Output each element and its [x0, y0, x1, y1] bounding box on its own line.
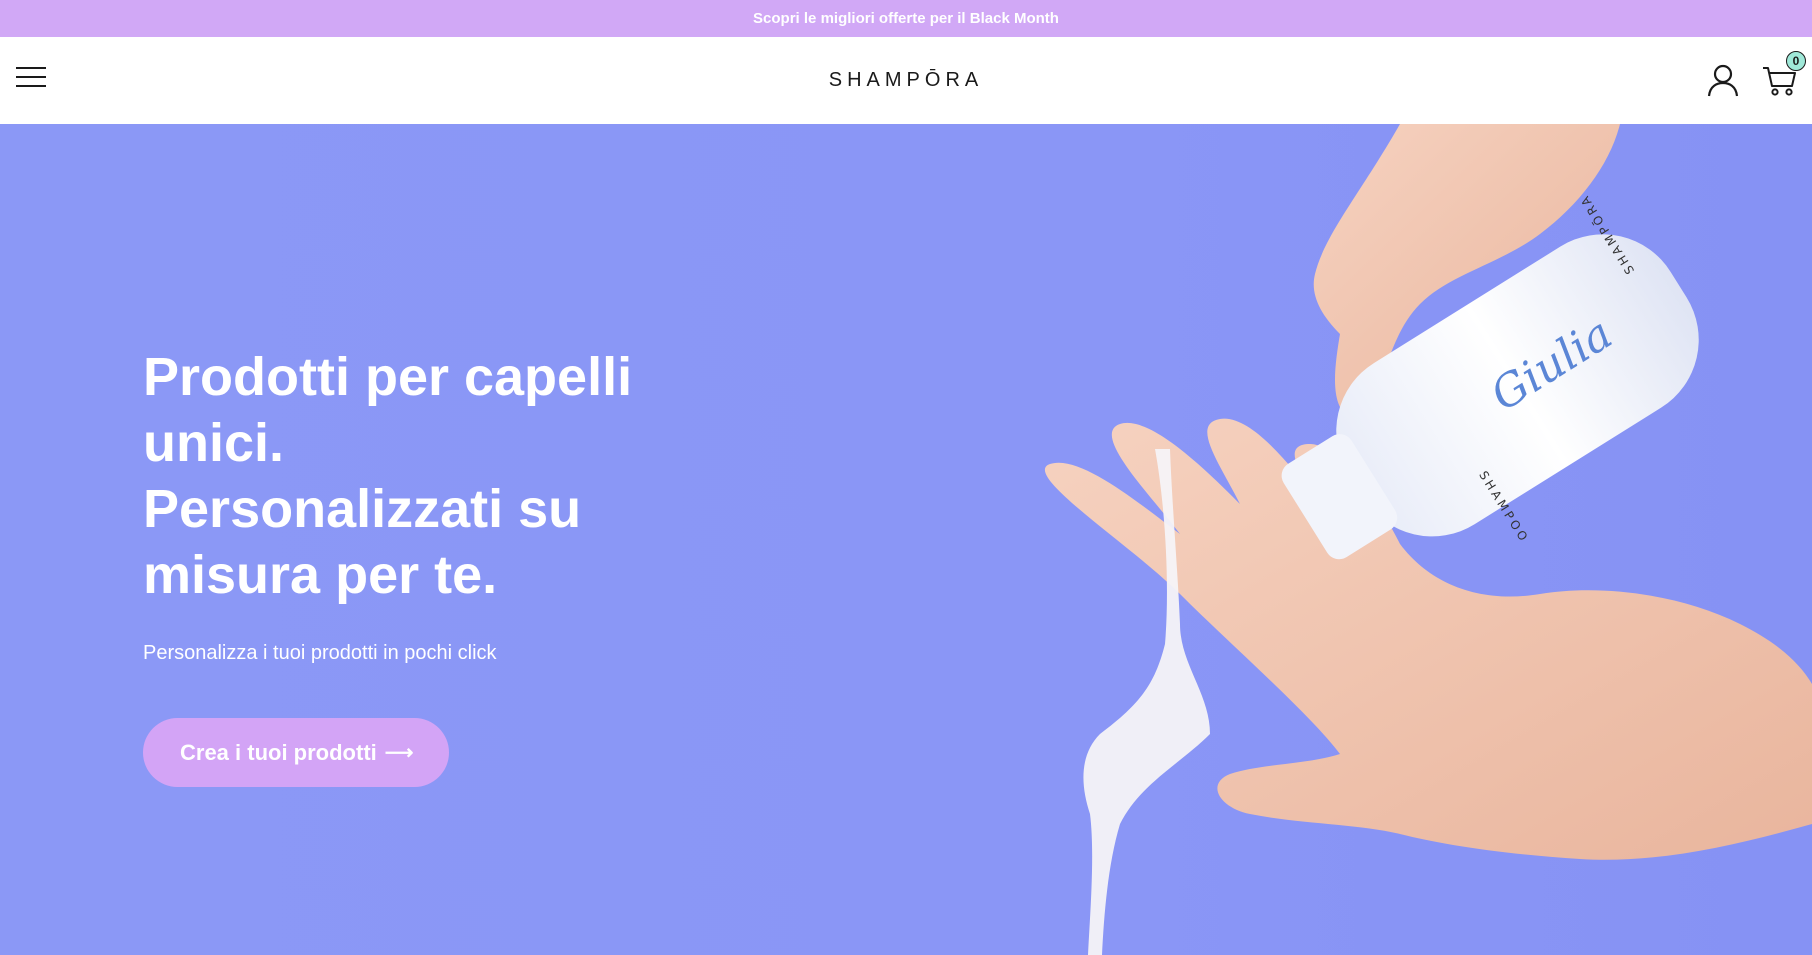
logo-container: SHAMPŌRA [0, 37, 1812, 124]
site-header: SHAMPŌRA 0 [0, 37, 1812, 124]
create-products-button[interactable]: Crea i tuoi prodotti ⟶ [143, 718, 449, 787]
hero-title-line: unici. [143, 413, 285, 473]
hero-subtitle: Personalizza i tuoi prodotti in pochi cl… [143, 642, 497, 664]
hamburger-menu-icon[interactable] [16, 65, 48, 91]
hero-section: Prodotti per capelli unici. Personalizza… [0, 124, 1812, 955]
cart-count-badge: 0 [1786, 51, 1806, 71]
hero-title-line: Prodotti per capelli [143, 347, 633, 407]
hero-title-line: misura per te. [143, 545, 498, 605]
announcement-bar[interactable]: Scopri le migliori offerte per il Black … [0, 0, 1812, 37]
cta-label: Crea i tuoi prodotti [180, 739, 377, 765]
hero-title-line: Personalizzati su [143, 479, 582, 539]
brand-logo[interactable]: SHAMPŌRA [829, 69, 983, 92]
arrow-right-icon: ⟶ [384, 742, 414, 764]
hero-product-image: Giulia SHAMPOO SHAMPŌRA [1044, 124, 1812, 955]
hero-title: Prodotti per capelli unici. Personalizza… [143, 344, 743, 608]
announcement-text[interactable]: Scopri le migliori offerte per il Black … [753, 10, 1059, 27]
user-icon[interactable] [1706, 63, 1740, 97]
